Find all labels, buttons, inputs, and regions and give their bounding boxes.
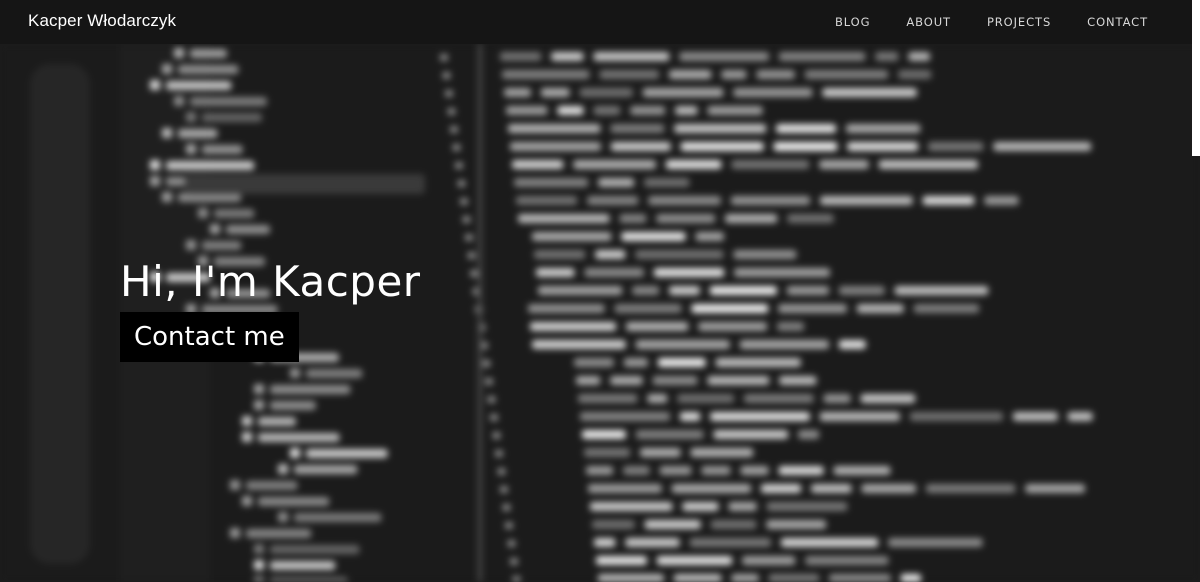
page: Kacper Włodarczyk BLOG ABOUT PROJECTS CO… xyxy=(0,0,1200,582)
nav-links: BLOG ABOUT PROJECTS CONTACT xyxy=(799,15,1148,29)
nav-link-contact[interactable]: CONTACT xyxy=(1087,15,1148,29)
contact-me-button[interactable]: Contact me xyxy=(120,312,299,362)
nav-link-about[interactable]: ABOUT xyxy=(906,15,951,29)
page-scrollbar[interactable] xyxy=(1192,0,1200,156)
nav-link-projects[interactable]: PROJECTS xyxy=(987,15,1051,29)
brand-logo-link[interactable]: Kacper Włodarczyk xyxy=(28,11,176,31)
nav-link-blog[interactable]: BLOG xyxy=(835,15,870,29)
hero-section: Hi, I'm Kacper Contact me xyxy=(120,256,421,362)
hero-title: Hi, I'm Kacper xyxy=(120,257,421,306)
top-navbar: Kacper Włodarczyk BLOG ABOUT PROJECTS CO… xyxy=(0,0,1192,44)
